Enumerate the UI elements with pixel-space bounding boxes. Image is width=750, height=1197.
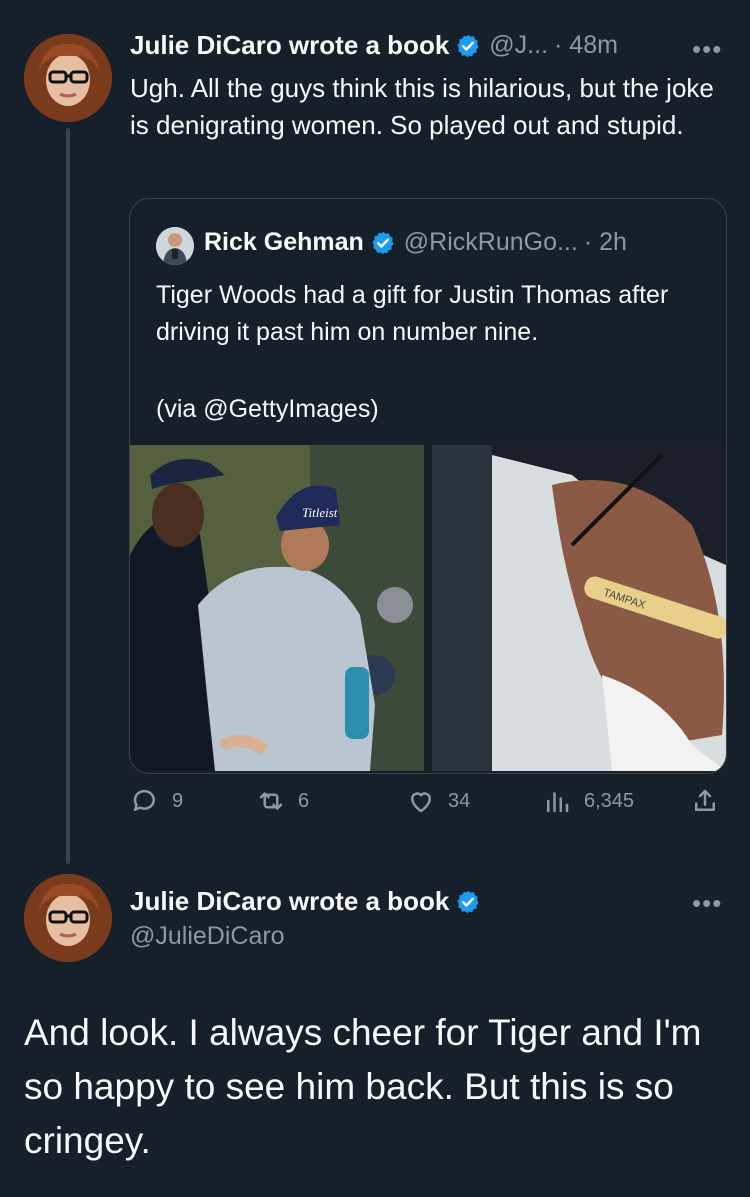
- quoted-tweet-card[interactable]: Rick Gehman @RickRunGo... · 2h Tiger Woo…: [129, 198, 727, 774]
- main-tweet-header: Julie DiCaro wrote a book: [130, 886, 481, 917]
- main-tweet-text: And look. I always cheer for Tiger and I…: [24, 1012, 702, 1161]
- like-button[interactable]: 34: [406, 786, 470, 816]
- retweet-count: 6: [298, 789, 310, 812]
- quoted-avatar-photo: [156, 227, 194, 265]
- avatar-photo: [24, 874, 112, 962]
- quoted-tweet-text: Tiger Woods had a gift for Justin Thomas…: [156, 281, 669, 346]
- avatar[interactable]: [24, 874, 112, 962]
- quoted-author-name[interactable]: Rick Gehman: [204, 228, 364, 257]
- thread-line: [66, 128, 70, 864]
- share-icon: [695, 789, 715, 811]
- verified-badge-icon: [372, 231, 394, 254]
- heart-icon: [411, 792, 431, 813]
- author-name[interactable]: Julie DiCaro wrote a book: [130, 886, 449, 917]
- cap-logo-text: Titleist: [302, 505, 338, 520]
- author-handle[interactable]: @JulieDiCaro: [130, 922, 285, 951]
- media-photo-left[interactable]: Titleist: [130, 445, 424, 771]
- views-button[interactable]: 6,345: [542, 786, 634, 816]
- tweet-text: Ugh. All the guys think this is hilariou…: [130, 73, 714, 140]
- more-options-icon[interactable]: •••: [692, 34, 722, 65]
- quoted-tweet-header: Rick Gehman @RickRunGo... · 2h: [204, 228, 714, 257]
- reply-icon: [133, 789, 155, 811]
- verified-badge-icon: [457, 890, 479, 913]
- retweet-icon: [259, 792, 283, 810]
- tweet-header: Julie DiCaro wrote a book @J... · 48m: [130, 30, 690, 61]
- share-button[interactable]: [690, 786, 720, 816]
- more-options-icon[interactable]: •••: [692, 888, 722, 919]
- author-handle[interactable]: @J...: [489, 31, 548, 60]
- tweet-time[interactable]: · 48m: [554, 31, 618, 60]
- views-chart-icon: [547, 792, 569, 813]
- reply-count: 9: [172, 789, 184, 812]
- verified-badge-icon: [457, 34, 479, 57]
- quoted-tweet-credit: (via @GettyImages): [156, 395, 379, 423]
- quoted-tweet-time[interactable]: · 2h: [584, 228, 627, 257]
- avatar[interactable]: [24, 34, 112, 122]
- author-name[interactable]: Julie DiCaro wrote a book: [130, 30, 449, 61]
- hand-photo: TAMPAX: [432, 445, 726, 771]
- views-count: 6,345: [584, 789, 635, 812]
- quoted-avatar[interactable]: [156, 227, 194, 265]
- retweet-button[interactable]: 6: [256, 786, 309, 816]
- media-photo-right[interactable]: TAMPAX: [432, 445, 726, 771]
- reply-button[interactable]: 9: [130, 786, 183, 816]
- avatar-photo: [24, 34, 112, 122]
- quoted-author-handle[interactable]: @RickRunGo...: [404, 228, 578, 257]
- tweet-actions: 9 6 34 6,345: [130, 786, 730, 826]
- golfers-photo: Titleist: [130, 445, 424, 771]
- like-count: 34: [448, 789, 471, 812]
